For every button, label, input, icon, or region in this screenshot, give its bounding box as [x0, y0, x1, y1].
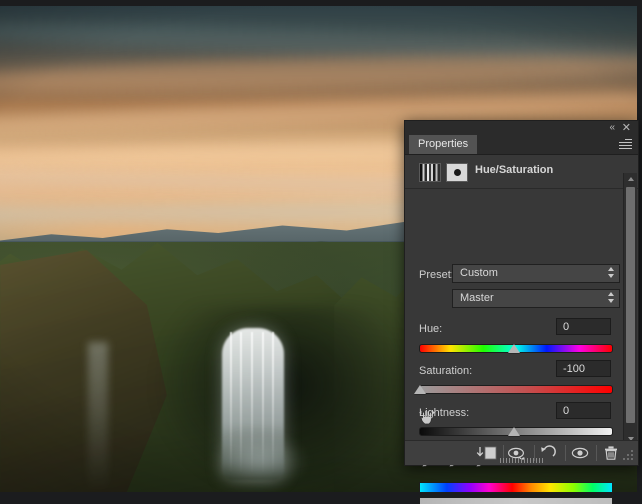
hue-spectrum-bar: [419, 482, 613, 493]
channel-dropdown[interactable]: Master: [452, 289, 620, 308]
clip-to-layer-button[interactable]: [474, 444, 500, 462]
panel-resize-grip[interactable]: [623, 450, 635, 462]
adjustment-layer-thumbnail[interactable]: [419, 163, 441, 182]
chevron-updown-icon: [608, 292, 615, 305]
hue-label: Hue:: [419, 323, 442, 335]
page-title: Hue/Saturation: [475, 164, 553, 176]
panel-titlebar: « ✕: [405, 121, 638, 135]
preset-value: Custom: [460, 267, 498, 279]
preset-dropdown[interactable]: Custom: [452, 264, 620, 283]
window-top-edge: [0, 0, 642, 6]
layer-mask-thumbnail[interactable]: [446, 163, 468, 182]
saturation-label: Saturation:: [419, 365, 472, 377]
saturation-value-input[interactable]: -100: [556, 360, 611, 377]
lightness-label: Lightness:: [419, 407, 469, 419]
scroll-up-arrow[interactable]: [624, 173, 637, 185]
collapse-icon[interactable]: «: [609, 122, 614, 134]
preset-label: Preset:: [419, 269, 454, 281]
adjustment-header: Hue/Saturation: [405, 155, 638, 189]
saturation-slider-track[interactable]: [419, 385, 613, 394]
panel-bottom-resize-handle[interactable]: [500, 458, 544, 463]
channel-value: Master: [460, 292, 494, 304]
lightness-slider-thumb[interactable]: [508, 427, 520, 436]
footer-separator: [596, 445, 597, 461]
close-icon[interactable]: ✕: [622, 122, 631, 134]
properties-panel: « ✕ Properties Hue/Saturation Preset: Cu…: [404, 120, 639, 466]
toggle-visibility-button[interactable]: [567, 444, 593, 462]
adjusted-spectrum-bar: [419, 497, 613, 504]
footer-separator: [565, 445, 566, 461]
app-window: « ✕ Properties Hue/Saturation Preset: Cu…: [0, 0, 642, 504]
hue-value-input[interactable]: 0: [556, 318, 611, 335]
panel-tab-row: Properties: [405, 135, 638, 155]
chevron-updown-icon: [608, 267, 615, 280]
hue-slider-thumb[interactable]: [508, 344, 520, 353]
panel-menu-icon[interactable]: [619, 139, 632, 150]
lightness-value-input[interactable]: 0: [556, 402, 611, 419]
delete-button[interactable]: [598, 444, 624, 462]
saturation-slider-thumb[interactable]: [414, 385, 426, 394]
scroll-thumb[interactable]: [626, 187, 635, 423]
panel-scrollbar[interactable]: [623, 173, 637, 445]
tab-properties[interactable]: Properties: [409, 135, 477, 154]
